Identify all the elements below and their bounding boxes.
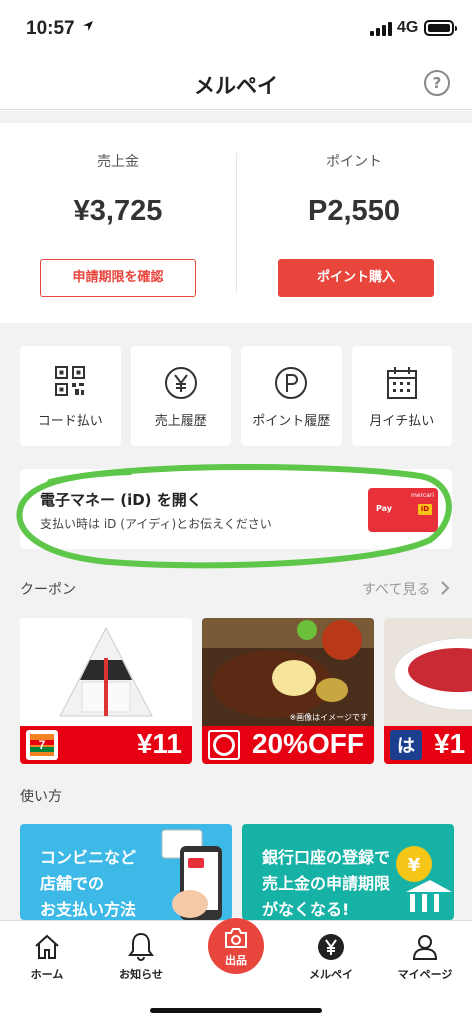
tab-home[interactable]: ホーム xyxy=(12,929,82,982)
battery-icon xyxy=(424,20,457,36)
page-title: メルペイ xyxy=(194,74,278,98)
monthly-pay-label: 月イチ払い xyxy=(369,414,435,429)
id-banner-title: 電子マネー (iD) を開く xyxy=(40,491,202,509)
coupon-hama-sushi[interactable]: は ¥1 xyxy=(384,618,472,764)
code-pay-button[interactable]: コード払い xyxy=(20,346,121,446)
calendar-icon xyxy=(386,367,417,399)
image-note: ※画像はイメージです xyxy=(289,713,368,722)
point-history-button[interactable]: ポイント履歴 xyxy=(241,346,342,446)
seven-eleven-logo-icon: 7 xyxy=(26,730,58,760)
status-bar: 10:57 4G xyxy=(0,0,472,58)
tab-merpay[interactable]: メルペイ xyxy=(296,929,366,982)
howto-section-title: 使い方 xyxy=(20,789,62,805)
id-banner-subtitle: 支払い時は iD (アイディ)とお伝えください xyxy=(40,517,272,531)
yen-circle-icon xyxy=(164,367,197,399)
coupon-bar: 20%OFF xyxy=(202,726,374,764)
header: メルペイ ? xyxy=(0,58,472,110)
tab-notifications[interactable]: お知らせ xyxy=(106,929,176,982)
points-amount: P2,550 xyxy=(308,195,400,227)
tab-sell[interactable]: 出品 xyxy=(201,918,271,974)
camera-icon xyxy=(225,928,247,948)
home-indicator[interactable] xyxy=(150,1008,322,1013)
coupon-value: ¥1 xyxy=(434,728,466,759)
section-divider xyxy=(0,111,472,123)
coupon-bar: は ¥1 xyxy=(384,726,472,764)
sales-label: 売上金 xyxy=(97,154,139,170)
howto-list: コンビニなど 店舗での お支払い方法 銀行口座の登録で 売上金の申請期限 がなく… xyxy=(20,824,472,920)
onigiri-image xyxy=(20,618,192,726)
howto-line: がなくなる! xyxy=(262,900,350,919)
signal-icon xyxy=(370,22,392,36)
id-money-banner[interactable]: 電子マネー (iD) を開く 支払い時は iD (アイディ)とお伝えください m… xyxy=(20,469,452,549)
coupon-list: 7 ¥11 ※画像はイメージです 20%OFF は ¥1 xyxy=(20,618,472,764)
phone-in-hand-icon xyxy=(161,829,222,920)
howto-line: 銀行口座の登録で xyxy=(262,848,391,867)
howto-line: お支払い方法 xyxy=(40,900,137,919)
person-icon xyxy=(412,935,438,960)
coupon-section-title: クーポン xyxy=(20,582,76,598)
howto-line: 店舗での xyxy=(40,874,105,893)
hama-sushi-logo-icon: は xyxy=(390,730,422,760)
check-deadline-button[interactable]: 申請期限を確認 xyxy=(40,259,196,297)
tab-label: マイページ xyxy=(397,968,453,981)
howto-line: 売上金の申請期限 xyxy=(262,874,391,893)
network-type: 4G xyxy=(397,19,419,36)
coupon-seven-eleven[interactable]: 7 ¥11 xyxy=(20,618,192,764)
sales-history-button[interactable]: 売上履歴 xyxy=(130,346,231,446)
help-icon[interactable]: ? xyxy=(424,70,450,96)
bank-yen-icon: ¥ xyxy=(396,846,452,912)
status-time: 10:57 xyxy=(26,18,75,39)
tab-label: メルペイ xyxy=(309,968,353,981)
location-arrow-icon xyxy=(83,21,93,31)
tab-label: 出品 xyxy=(225,954,247,967)
card-pay-text: Pay xyxy=(376,504,393,513)
svg-text:7: 7 xyxy=(39,738,46,752)
quick-actions: コード払い 売上履歴 ポイント履歴 月イチ払い xyxy=(20,346,452,446)
tab-mypage[interactable]: マイページ xyxy=(390,929,460,982)
chevron-right-icon[interactable] xyxy=(440,580,450,596)
howto-store-payment[interactable]: コンビニなど 店舗での お支払い方法 xyxy=(20,824,232,920)
monthly-pay-button[interactable]: 月イチ払い xyxy=(351,346,452,446)
gusto-logo-icon xyxy=(208,730,240,760)
home-icon xyxy=(35,934,59,959)
see-all-link[interactable]: すべて見る xyxy=(362,579,430,599)
buy-points-button[interactable]: ポイント購入 xyxy=(278,259,434,297)
points-balance: ポイント P2,550 ポイント購入 xyxy=(236,123,472,323)
coupon-bar: 7 ¥11 xyxy=(20,726,192,764)
coupon-value: 20%OFF xyxy=(251,728,364,759)
card-brand: mercari xyxy=(411,492,434,499)
sales-amount: ¥3,725 xyxy=(73,195,163,227)
code-pay-label: コード払い xyxy=(37,414,103,429)
sell-button[interactable]: 出品 xyxy=(208,918,264,974)
coupon-value: ¥11 xyxy=(136,728,182,759)
howto-line: コンビニなど xyxy=(40,848,137,867)
sales-history-label: 売上履歴 xyxy=(154,414,207,429)
yen-filled-icon xyxy=(318,934,344,960)
tab-label: お知らせ xyxy=(119,968,163,981)
balance-panel: 売上金 ¥3,725 申請期限を確認 ポイント P2,550 ポイント購入 xyxy=(0,123,472,323)
qr-code-icon xyxy=(55,366,86,396)
p-circle-icon xyxy=(275,367,308,399)
id-logo-icon: iD xyxy=(418,504,432,515)
hamburg-steak-image xyxy=(202,618,374,726)
coupon-gusto[interactable]: ※画像はイメージです 20%OFF xyxy=(202,618,374,764)
tab-label: ホーム xyxy=(30,968,64,981)
sushi-image xyxy=(384,618,472,726)
svg-text:は: は xyxy=(397,736,415,757)
point-history-label: ポイント履歴 xyxy=(252,414,331,429)
merpay-card-image: mercari Pay iD xyxy=(368,488,438,532)
svg-text:¥: ¥ xyxy=(408,855,421,876)
howto-bank-registration[interactable]: 銀行口座の登録で 売上金の申請期限 がなくなる! ¥ xyxy=(242,824,454,920)
bell-icon xyxy=(128,932,154,961)
points-label: ポイント xyxy=(326,154,382,170)
sales-balance: 売上金 ¥3,725 申請期限を確認 xyxy=(0,123,236,323)
